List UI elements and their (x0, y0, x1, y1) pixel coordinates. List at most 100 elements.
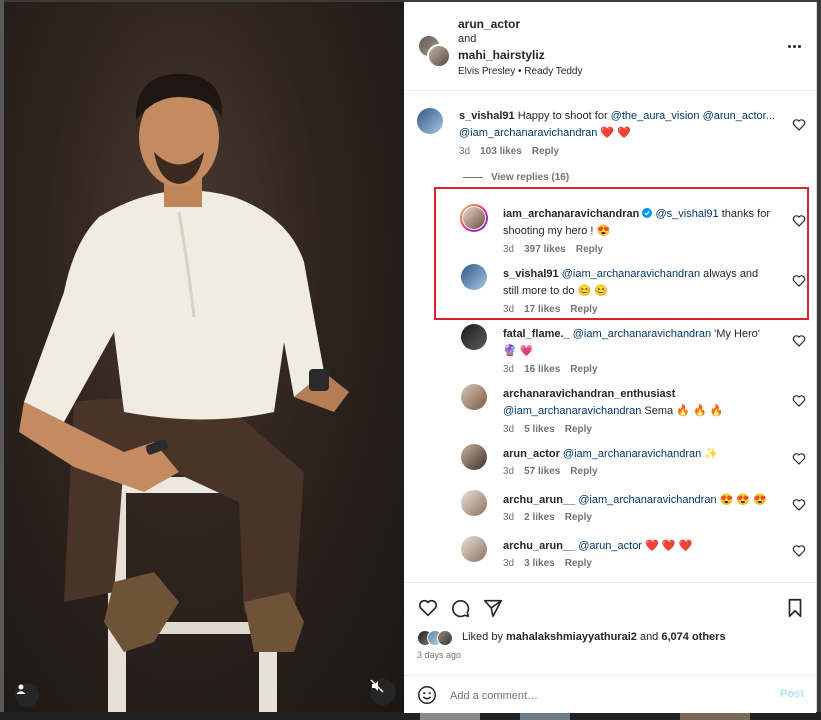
heart-icon[interactable] (792, 118, 806, 132)
mention-link[interactable]: @iam_archanaravichandran (563, 448, 701, 460)
comment-meta: 3d 16 likes Reply (503, 364, 598, 375)
mention-link[interactable]: @arun_actor (578, 540, 642, 552)
comment-username[interactable]: archu_arun__ (503, 494, 575, 506)
avatar[interactable] (461, 490, 487, 516)
view-replies-label: View replies (16) (491, 172, 570, 183)
comment-text: fatal_flame._ @iam_archanaravichandran '… (503, 326, 773, 360)
audio-track-link[interactable]: Elvis Presley • Ready Teddy (458, 66, 582, 77)
view-replies-button[interactable]: View replies (16) (463, 172, 569, 183)
liked-by-text: Liked by mahalakshmiayyathurai2 and 6,07… (462, 631, 726, 643)
heart-icon[interactable] (792, 452, 806, 466)
user-tag-icon (16, 684, 26, 694)
user-tag-button[interactable] (15, 683, 39, 707)
comment-username[interactable]: s_vishal91 (459, 110, 515, 122)
comment-meta: 3d 2 likes Reply (503, 512, 592, 523)
reply-button[interactable]: Reply (570, 466, 597, 477)
heart-icon[interactable] (792, 394, 806, 408)
reply-button[interactable]: Reply (565, 424, 592, 435)
likes-count-link[interactable]: 6,074 others (661, 631, 725, 643)
comment-time: 3d (503, 558, 515, 569)
post-photo-drawing (19, 73, 349, 712)
reply-button[interactable]: Reply (532, 146, 559, 157)
heart-icon[interactable] (417, 597, 439, 619)
comment-icon[interactable] (449, 597, 471, 619)
avatar[interactable] (461, 444, 487, 470)
reply-button[interactable]: Reply (570, 364, 597, 375)
post-header: arun_actor and mahi_hairstyliz Elvis Pre… (404, 2, 816, 91)
comment-time: 3d (459, 146, 471, 157)
comment-text: archu_arun__ @arun_actor ❤️ ❤️ ❤️ (503, 538, 773, 555)
comment-meta: 3d 5 likes Reply (503, 424, 592, 435)
comment-body: 😍 😍 😍 (716, 494, 767, 506)
heart-icon[interactable] (792, 334, 806, 348)
reply-button[interactable]: Reply (565, 512, 592, 523)
comment-text: arun_actor @iam_archanaravichandran ✨ (503, 446, 773, 463)
emoji-icon[interactable] (416, 684, 438, 706)
mention-link[interactable]: @iam_archanaravichandran (578, 494, 716, 506)
avatar[interactable] (461, 384, 487, 410)
mention-link[interactable]: @arun_actor... (703, 110, 775, 122)
heart-icon[interactable] (792, 544, 806, 558)
bookmark-icon[interactable] (784, 597, 806, 619)
mention-link[interactable]: @iam_archanaravichandran (503, 405, 641, 417)
comment-likes[interactable]: 57 likes (524, 466, 560, 477)
comment-likes[interactable]: 2 likes (524, 512, 555, 523)
reply-button[interactable]: Reply (565, 558, 592, 569)
comment-time: 3d (503, 466, 515, 477)
avatar[interactable] (461, 324, 487, 350)
comment-time: 3d (503, 424, 515, 435)
author-username[interactable]: arun_actor (458, 17, 520, 31)
liked-by-suffix: and (636, 631, 662, 643)
post-footer: Liked by mahalakshmiayyathurai2 and 6,07… (404, 582, 816, 713)
collab-and-text: and (458, 33, 477, 45)
mention-link[interactable]: @iam_archanaravichandran (459, 127, 597, 139)
comment-time: 3d (503, 512, 515, 523)
avatar[interactable] (461, 536, 487, 562)
post-detail-panel: arun_actor and mahi_hairstyliz Elvis Pre… (404, 2, 817, 713)
muted-icon (370, 679, 384, 693)
post-time[interactable]: 3 days ago (417, 650, 461, 660)
collab-avatars[interactable] (417, 34, 451, 68)
mention-link[interactable]: @the_aura_vision (611, 110, 700, 122)
comment-meta: 3d 103 likes Reply (459, 146, 559, 157)
comment-meta: 3d 57 likes Reply (503, 466, 598, 477)
comment-username[interactable]: archu_arun__ (503, 540, 575, 552)
comment-likes[interactable]: 5 likes (524, 424, 555, 435)
comment-likes[interactable]: 3 likes (524, 558, 555, 569)
post-image[interactable] (4, 2, 404, 712)
comment-likes[interactable]: 16 likes (524, 364, 560, 375)
liked-by-username[interactable]: mahalakshmiayyathurai2 (506, 631, 637, 643)
comment-username[interactable]: archanaravichandran_enthusiast (503, 388, 675, 400)
more-icon[interactable] (784, 38, 804, 54)
comment-body: ✨ (701, 448, 719, 460)
liked-by-avatars[interactable] (417, 630, 457, 646)
comment-body: ❤️ ❤️ ❤️ (641, 540, 693, 552)
comment-likes[interactable]: 103 likes (480, 146, 522, 157)
comments-list[interactable]: s_vishal91 Happy to shoot for @the_aura_… (404, 90, 816, 582)
share-icon[interactable] (482, 597, 504, 619)
add-comment-row: Post (404, 675, 816, 714)
comment-username[interactable]: fatal_flame._ (503, 328, 570, 340)
heart-icon[interactable] (792, 498, 806, 512)
mention-link[interactable]: @iam_archanaravichandran (573, 328, 711, 340)
comment-time: 3d (503, 364, 515, 375)
comment-emoji: ❤️ ❤️ (597, 127, 631, 139)
trousers (64, 398, 304, 622)
mute-button[interactable] (370, 679, 396, 705)
comment-input[interactable] (448, 682, 752, 710)
comment-body: Sema 🔥 🔥 🔥 (641, 405, 724, 417)
comment-username[interactable]: arun_actor (503, 448, 560, 460)
comment-body: Happy to shoot for (517, 110, 611, 122)
avatar[interactable] (427, 44, 451, 68)
liked-by-prefix: Liked by (462, 631, 507, 643)
comment-text: archanaravichandran_enthusiast @iam_arch… (503, 386, 793, 420)
highlight-box (434, 187, 809, 320)
collab-username[interactable]: mahi_hairstyliz (458, 48, 545, 62)
comment-text: archu_arun__ @iam_archanaravichandran 😍 … (503, 492, 773, 509)
comment-meta: 3d 3 likes Reply (503, 558, 592, 569)
shirt (24, 190, 324, 422)
watch (309, 369, 329, 391)
avatar[interactable] (417, 108, 443, 134)
post-comment-button[interactable]: Post (780, 688, 804, 700)
comment-text: s_vishal91 Happy to shoot for @the_aura_… (459, 108, 779, 142)
